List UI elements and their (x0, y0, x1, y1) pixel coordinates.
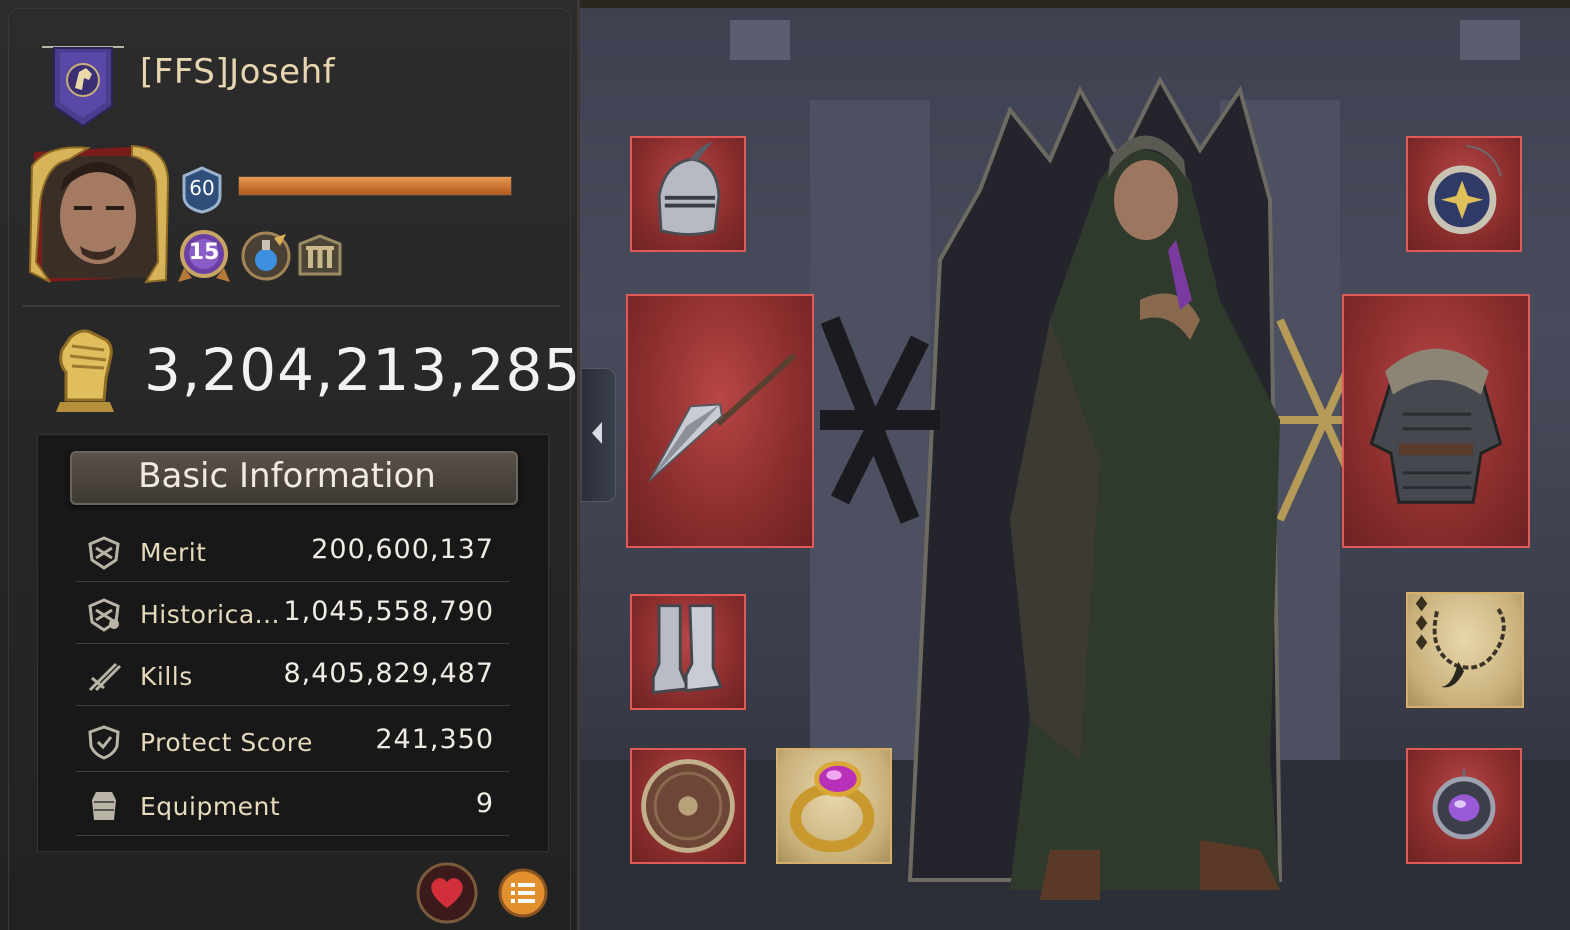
helmet-icon (657, 141, 721, 236)
stat-row-protect-score[interactable]: Protect Score 241,350 (76, 710, 510, 772)
player-avatar[interactable] (28, 142, 170, 286)
equipment-slot-ring[interactable] (776, 748, 892, 864)
stat-value: 8,405,829,487 (283, 658, 494, 689)
menu-list-button[interactable] (498, 868, 548, 918)
basic-info-title: Basic Information (138, 456, 436, 496)
player-name: [FFS]Josehf (140, 52, 336, 92)
equipment-slot-armor[interactable] (1342, 294, 1530, 548)
merit-icon (88, 536, 120, 570)
stat-label: Protect Score (140, 728, 313, 757)
spear-icon (648, 353, 797, 482)
chevron-left-icon[interactable] (590, 420, 604, 446)
necklace-icon (1415, 595, 1506, 688)
stat-label: Merit (140, 538, 207, 567)
potion-icon[interactable] (240, 230, 292, 282)
stat-label: Kills (140, 662, 193, 691)
character-scene (580, 0, 1570, 930)
equipment-slot-weapon[interactable] (626, 294, 814, 548)
stat-value: 9 (475, 788, 494, 819)
experience-bar-fill (239, 177, 511, 195)
section-divider (22, 305, 560, 307)
player-level: 60 (189, 176, 215, 200)
experience-bar (238, 176, 512, 196)
ring-icon (789, 761, 875, 853)
stat-row-equipment[interactable]: Equipment 9 (76, 774, 510, 836)
chainmail-icon (1369, 348, 1503, 504)
armor-icon (92, 792, 116, 820)
tier-pillar-icon[interactable] (298, 234, 342, 280)
stat-value: 1,045,558,790 (283, 596, 494, 627)
list-icon (511, 883, 535, 903)
stat-value: 241,350 (375, 724, 494, 755)
stat-row-kills[interactable]: Kills 8,405,829,487 (76, 644, 510, 706)
equipment-slot-boots[interactable] (630, 594, 746, 710)
power-value: 3,204,213,285 (144, 336, 582, 404)
stat-value: 200,600,137 (311, 534, 494, 565)
gem-charm-icon (1432, 769, 1496, 840)
stat-label: Equipment (140, 792, 281, 821)
equipment-slot-shield[interactable] (630, 748, 746, 864)
alliance-banner-icon[interactable] (42, 44, 124, 128)
stat-row-historical-merit[interactable]: Historica... 1,045,558,790 (76, 582, 510, 644)
historical-merit-icon (88, 598, 120, 632)
equipment-slot-amulet[interactable] (1406, 136, 1522, 252)
like-button[interactable] (416, 862, 478, 924)
equipment-slot-charm[interactable] (1406, 748, 1522, 864)
round-shield-icon (641, 759, 735, 853)
rank-number: 15 (188, 240, 220, 265)
equipment-slot-helmet[interactable] (630, 136, 746, 252)
amulet-icon (1427, 144, 1502, 235)
stat-label: Historica... (140, 600, 280, 629)
kills-icon (88, 662, 122, 692)
power-fist-icon (56, 329, 114, 412)
shield-icon (88, 725, 120, 760)
equipment-slot-necklace[interactable] (1406, 592, 1524, 708)
stat-row-merit[interactable]: Merit 200,600,137 (76, 520, 510, 582)
boots-icon (651, 604, 723, 695)
